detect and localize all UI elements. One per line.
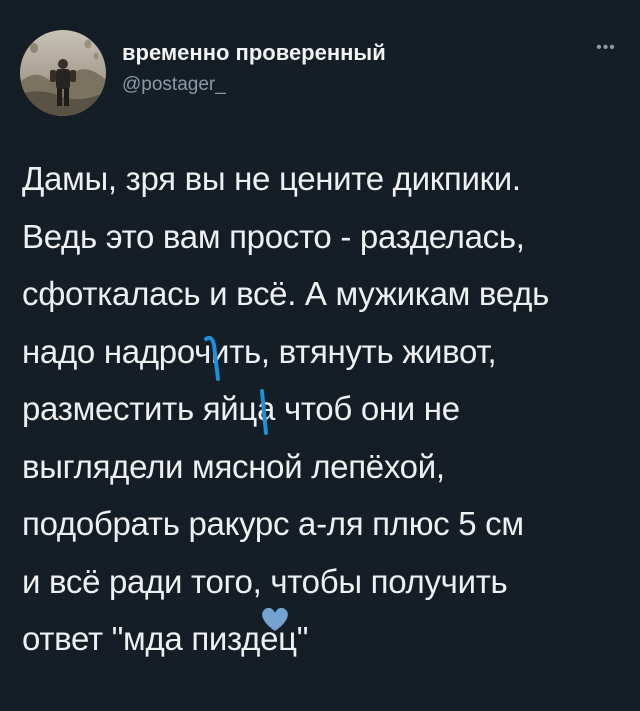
- tweet-screenshot: временно проверенный @postager_ ••• Дамы…: [0, 0, 640, 711]
- tweet-line: ответ "мда пиздец": [22, 620, 309, 657]
- avatar[interactable]: [20, 30, 106, 116]
- author-name[interactable]: временно проверенный: [122, 40, 386, 66]
- censor-stroke-icon: [260, 389, 268, 435]
- more-dots-icon[interactable]: •••: [592, 38, 620, 58]
- censor-stroke-icon: [204, 335, 220, 381]
- avatar-photo: [20, 30, 106, 116]
- tweet-line: Дамы, зря вы не цените дикпики.: [22, 160, 521, 197]
- tweet-line: и всё ради того, чтобы получить: [22, 562, 508, 600]
- heart-icon: [262, 607, 288, 631]
- tweet-line: выглядели мясной лепёхой,: [22, 447, 445, 485]
- tweet-line: надо надрочить, втянуть живот,: [22, 332, 497, 370]
- tweet-text: Дамы, зря вы не цените дикпики. Ведь это…: [22, 150, 622, 668]
- tweet-line: подобрать ракурс а-ля плюс 5 см: [22, 505, 524, 542]
- tweet-line: разместить яйца чтоб они не: [22, 390, 460, 427]
- author-handle[interactable]: @postager_: [122, 74, 226, 96]
- tweet-line: сфоткалась и всё. А мужикам ведь: [22, 275, 549, 312]
- tweet-line: Ведь это вам просто - разделась,: [22, 217, 525, 255]
